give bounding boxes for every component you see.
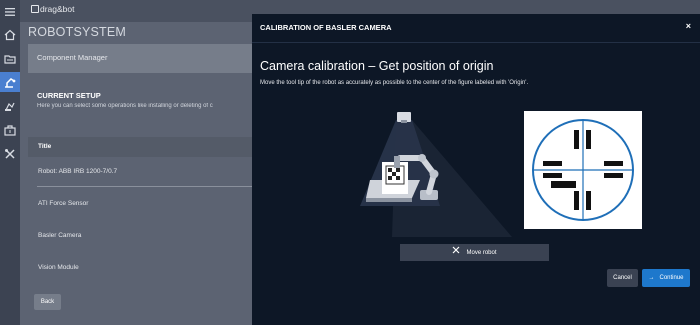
origin-target bbox=[524, 111, 642, 229]
table-header bbox=[28, 137, 252, 157]
close-icon[interactable]: × bbox=[686, 21, 691, 31]
table-row[interactable]: Basler Camera bbox=[38, 232, 81, 239]
robot-camera-illustration bbox=[360, 112, 512, 237]
table-row[interactable]: ATI Force Sensor bbox=[38, 200, 88, 207]
continue-button[interactable]: → Continue bbox=[642, 269, 690, 287]
calibration-modal: CALIBRATION OF BASLER CAMERA × Camera ca… bbox=[252, 14, 700, 325]
logo-icon bbox=[31, 5, 39, 13]
page-title: ROBOTSYSTEM bbox=[28, 25, 127, 39]
calibration-heading: Camera calibration – Get position of ori… bbox=[260, 59, 494, 73]
menu-icon[interactable] bbox=[3, 5, 17, 19]
tools-icon bbox=[452, 244, 460, 261]
table-row[interactable]: Vision Module bbox=[38, 264, 79, 271]
modal-header: CALIBRATION OF BASLER CAMERA × bbox=[252, 14, 700, 43]
move-robot-label: Move robot bbox=[466, 250, 497, 256]
robot-arm-icon[interactable] bbox=[0, 72, 20, 92]
row-divider bbox=[37, 186, 252, 187]
folder-icon[interactable] bbox=[3, 52, 17, 66]
cancel-button[interactable]: Cancel bbox=[607, 269, 638, 287]
tools-icon[interactable] bbox=[3, 147, 17, 161]
home-icon[interactable] bbox=[3, 28, 17, 42]
component-manager-label: Component Manager bbox=[37, 53, 108, 62]
table-header-title: Title bbox=[38, 143, 52, 150]
skill-icon[interactable] bbox=[3, 99, 17, 113]
component-manager-bar: Component Manager bbox=[28, 44, 252, 73]
app-logo[interactable]: drag&bot bbox=[31, 4, 75, 14]
side-nav bbox=[0, 0, 20, 325]
current-setup-description: Here you can select some operations like… bbox=[37, 103, 213, 109]
arrow-right-icon: → bbox=[648, 275, 655, 281]
table-row[interactable]: Robot: ABB IRB 1200-7/0.7 bbox=[38, 168, 117, 175]
robot-tool-tip bbox=[394, 156, 400, 168]
toolbox-icon[interactable] bbox=[3, 123, 17, 137]
modal-title: CALIBRATION OF BASLER CAMERA bbox=[260, 23, 392, 32]
back-button[interactable]: Back bbox=[34, 294, 61, 310]
calibration-instruction: Move the tool tip of the robot as accura… bbox=[260, 80, 529, 86]
current-setup-heading: CURRENT SETUP bbox=[37, 91, 101, 100]
continue-label: Continue bbox=[659, 275, 684, 281]
move-robot-button[interactable]: Move robot bbox=[400, 244, 549, 261]
